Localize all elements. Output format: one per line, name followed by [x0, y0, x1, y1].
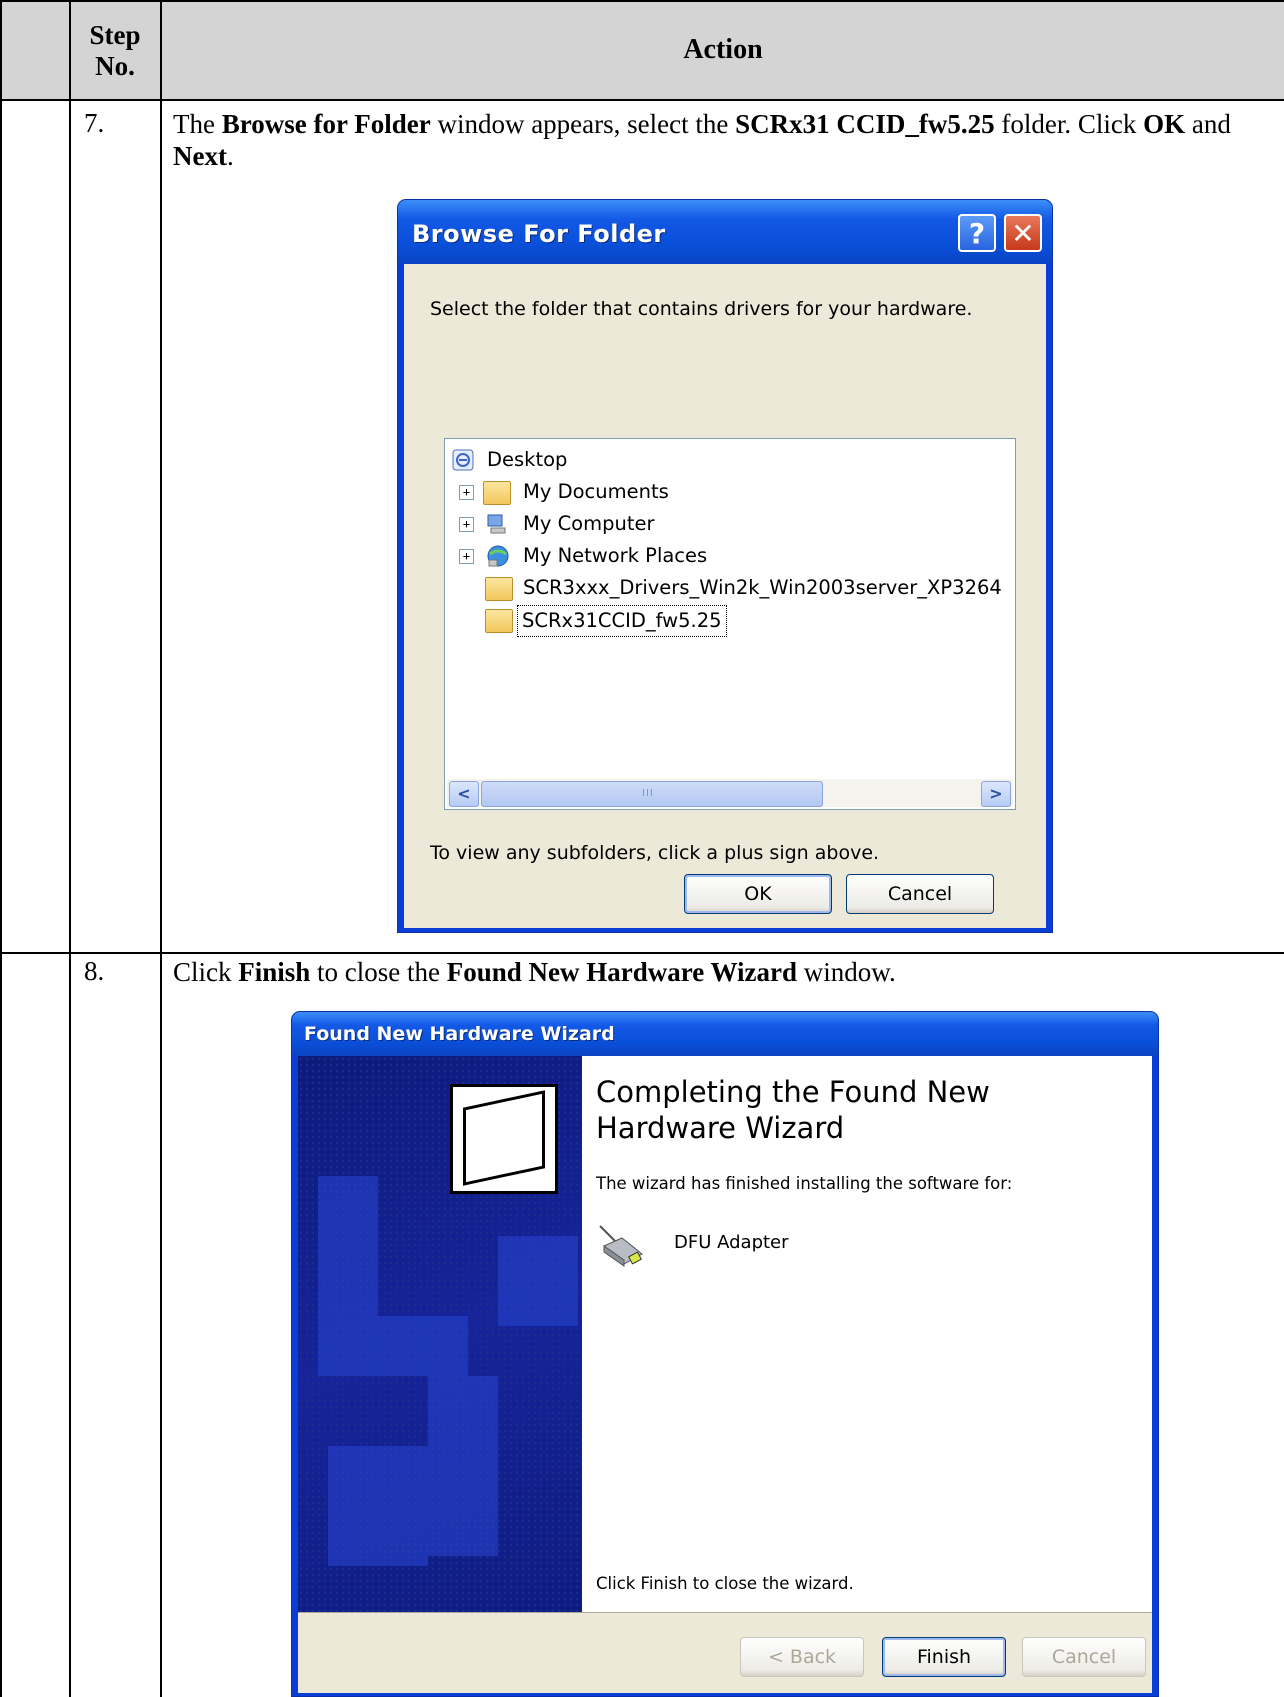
scroll-thumb[interactable]: III: [481, 781, 823, 807]
folder-tree[interactable]: Desktop + My Documents + My Computer + M…: [444, 438, 1016, 810]
close-button[interactable]: ✕: [1004, 214, 1042, 252]
sidebar-graphic: [318, 1176, 378, 1376]
wizard-button-bar: < Back Finish Cancel: [298, 1612, 1152, 1693]
desktop-icon: [451, 448, 477, 471]
step-instruction: Click Finish to close the Found New Hard…: [173, 957, 896, 987]
header-action: Action: [683, 34, 763, 65]
step-number: 8.: [84, 956, 105, 986]
cancel-button[interactable]: Cancel: [846, 874, 994, 914]
step-instruction: The Browse for Folder window appears, se…: [173, 109, 1231, 171]
dialog-title-bar[interactable]: Browse For Folder ? ✕: [398, 200, 1052, 264]
dialog-title: Browse For Folder: [412, 220, 666, 248]
my-documents-icon: [483, 481, 511, 505]
tree-item-label: Desktop: [487, 448, 568, 471]
tree-item-label: SCR3xxx_Drivers_Win2k_Win2003server_XP32…: [523, 576, 1002, 599]
card-reader-icon: [596, 1224, 648, 1274]
step-number: 7.: [84, 108, 105, 138]
network-places-icon: [485, 544, 511, 567]
table-border-left: [0, 0, 2, 1697]
sidebar-graphic: [428, 1376, 498, 1556]
finish-button[interactable]: Finish: [882, 1637, 1006, 1677]
device-name: DFU Adapter: [674, 1232, 789, 1253]
tree-item-label: My Computer: [523, 512, 655, 535]
sidebar-graphic: [498, 1236, 578, 1326]
wizard-title-bar[interactable]: Found New Hardware Wizard: [292, 1012, 1158, 1056]
table-border-top: [0, 0, 1284, 2]
browse-for-folder-dialog: Browse For Folder ? ✕ Select the folder …: [398, 200, 1052, 932]
header-step-no: Step No.: [89, 20, 141, 81]
back-button[interactable]: < Back: [740, 1637, 864, 1677]
subfolder-hint: To view any subfolders, click a plus sig…: [430, 842, 880, 864]
wizard-close-text: Click Finish to close the wizard.: [596, 1574, 854, 1593]
expand-icon[interactable]: +: [459, 517, 474, 532]
expand-icon[interactable]: +: [459, 549, 474, 564]
tree-item-label: My Network Places: [523, 544, 708, 567]
sidebar-graphic: [378, 1316, 468, 1376]
wizard-heading: Completing the Found New Hardware Wizard: [596, 1075, 990, 1145]
expand-icon[interactable]: +: [459, 485, 474, 500]
hardware-icon: [450, 1084, 558, 1194]
dialog-prompt: Select the folder that contains drivers …: [430, 298, 973, 320]
dialog-body: Select the folder that contains drivers …: [404, 264, 1046, 928]
wizard-sidebar: [298, 1056, 582, 1612]
folder-icon: [485, 609, 513, 633]
wizard-title: Found New Hardware Wizard: [304, 1023, 615, 1045]
table-column-divider: [160, 0, 162, 1697]
ok-button[interactable]: OK: [684, 874, 832, 914]
found-new-hardware-wizard: Found New Hardware Wizard Completing the…: [292, 1012, 1158, 1696]
wizard-content: Completing the Found New Hardware Wizard…: [582, 1056, 1152, 1612]
help-button[interactable]: ?: [958, 214, 996, 252]
wizard-finished-text: The wizard has finished installing the s…: [596, 1174, 1013, 1193]
scroll-grip: III: [642, 788, 654, 799]
folder-icon: [485, 577, 513, 601]
tree-item-label: My Documents: [523, 480, 669, 503]
hardware-icon-box: [463, 1090, 545, 1186]
table-divider: [0, 952, 1284, 954]
horizontal-scrollbar[interactable]: < III >: [447, 779, 1013, 807]
sidebar-graphic: [328, 1446, 428, 1566]
table-column-divider: [69, 0, 71, 1697]
question-icon: ?: [968, 217, 986, 250]
tree-item-label: SCRx31CCID_fw5.25: [517, 605, 727, 637]
scroll-left-button[interactable]: <: [449, 781, 479, 807]
my-computer-icon: [485, 512, 511, 534]
close-icon: ✕: [1011, 217, 1035, 250]
table-divider: [0, 99, 1284, 101]
cancel-button[interactable]: Cancel: [1022, 1637, 1146, 1677]
scroll-right-button[interactable]: >: [981, 781, 1011, 807]
